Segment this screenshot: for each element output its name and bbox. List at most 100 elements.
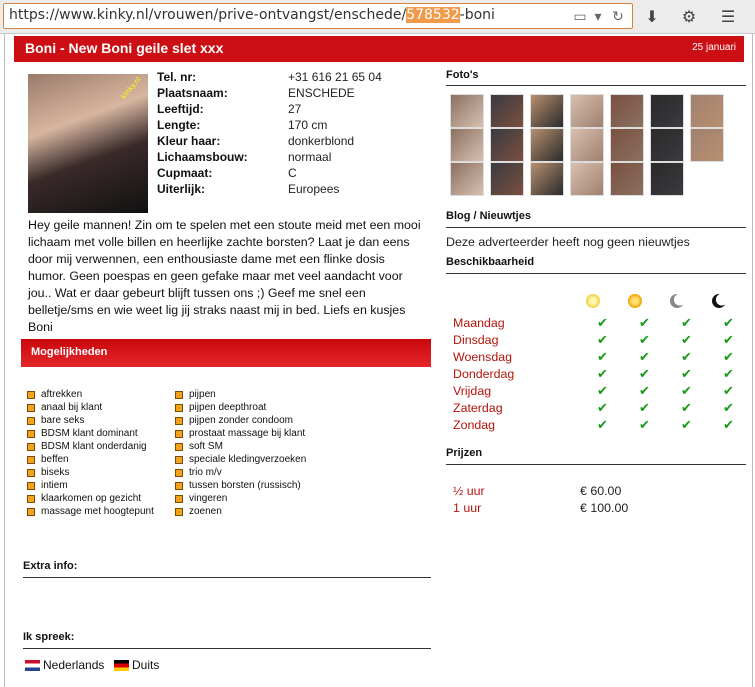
photo-thumbnail[interactable] xyxy=(530,162,564,196)
browser-toolbar: https://www.kinky.nl/vrouwen/prive-ontva… xyxy=(0,0,755,34)
bullet-icon xyxy=(175,404,183,412)
mogelijkheden-header: Mogelijkheden xyxy=(21,339,431,367)
mogelijkheid-item: trio m/v xyxy=(175,466,306,479)
photo-thumbnail[interactable] xyxy=(490,128,524,162)
check-icon: ✔ xyxy=(639,316,650,331)
reader-view-icon[interactable]: ▭ xyxy=(571,9,589,25)
mogelijkheid-item: pijpen zonder condoom xyxy=(175,414,306,427)
day-label: Woensdag xyxy=(453,350,513,364)
check-icon: ✔ xyxy=(681,384,692,399)
bullet-icon xyxy=(27,391,35,399)
extensions-icon[interactable]: ⚙ xyxy=(678,6,700,28)
bullet-icon xyxy=(175,495,183,503)
photo-thumbnail[interactable] xyxy=(690,128,724,162)
bullet-icon xyxy=(27,430,35,438)
profile-photo[interactable]: kinky.nl xyxy=(28,74,148,213)
mogelijkheid-item: pijpen deepthroat xyxy=(175,401,306,414)
divider xyxy=(23,577,431,578)
netherlands-flag-icon xyxy=(25,660,40,671)
bullet-icon xyxy=(27,482,35,490)
photo-thumbnail[interactable] xyxy=(650,128,684,162)
photo-thumbnail[interactable] xyxy=(650,162,684,196)
languages-heading: Ik spreek: xyxy=(23,631,75,643)
mogelijkheid-item: beffen xyxy=(27,453,154,466)
photo-thumbnail[interactable] xyxy=(570,128,604,162)
bullet-icon xyxy=(27,469,35,477)
check-icon: ✔ xyxy=(639,367,650,382)
reload-icon[interactable]: ↻ xyxy=(609,9,627,25)
check-icon: ✔ xyxy=(639,333,650,348)
photo-thumbnail[interactable] xyxy=(610,128,644,162)
photo-thumbnail[interactable] xyxy=(450,162,484,196)
bullet-icon xyxy=(27,508,35,516)
morning-icon xyxy=(586,294,600,308)
divider xyxy=(23,648,431,649)
photo-thumbnail[interactable] xyxy=(450,128,484,162)
check-icon: ✔ xyxy=(639,401,650,416)
mogelijkheid-item: zoenen xyxy=(175,505,306,518)
mogelijkheid-item: massage met hoogtepunt xyxy=(27,505,154,518)
url-text[interactable]: https://www.kinky.nl/vrouwen/prive-ontva… xyxy=(9,7,495,23)
bullet-icon xyxy=(175,430,183,438)
check-icon: ✔ xyxy=(723,418,734,433)
bullet-icon xyxy=(175,508,183,516)
bullet-icon xyxy=(175,417,183,425)
day-label: Donderdag xyxy=(453,367,515,381)
divider xyxy=(446,273,746,274)
mogelijkheid-item: biseks xyxy=(27,466,154,479)
check-icon: ✔ xyxy=(639,384,650,399)
check-icon: ✔ xyxy=(723,367,734,382)
mogelijkheid-item: klaarkomen op gezicht xyxy=(27,492,154,505)
bullet-icon xyxy=(175,391,183,399)
download-icon[interactable]: ⬇ xyxy=(641,6,663,28)
url-selection[interactable]: 578532 xyxy=(406,7,460,23)
bullet-icon xyxy=(175,443,183,451)
photo-thumbnail[interactable] xyxy=(610,94,644,128)
post-date: 25 januari xyxy=(692,42,736,53)
divider xyxy=(446,464,746,465)
mogelijkheid-item: speciale kledingverzoeken xyxy=(175,453,306,466)
photo-thumbnail[interactable] xyxy=(610,162,644,196)
check-icon: ✔ xyxy=(597,333,608,348)
check-icon: ✔ xyxy=(723,350,734,365)
mogelijkheden-col-1: aftrekken anaal bij klant bare seks BDSM kl… xyxy=(27,388,154,518)
dropdown-arrow-icon[interactable]: ▾ xyxy=(589,9,607,25)
extra-info-heading: Extra info: xyxy=(23,560,78,572)
check-icon: ✔ xyxy=(597,401,608,416)
check-icon: ✔ xyxy=(681,350,692,365)
mogelijkheid-item: anaal bij klant xyxy=(27,401,154,414)
page-title: Boni - New Boni geile slet xxx xyxy=(25,40,224,56)
check-icon: ✔ xyxy=(597,350,608,365)
mogelijkheid-item: soft SM xyxy=(175,440,306,453)
photo-thumbnail[interactable] xyxy=(650,94,684,128)
check-icon: ✔ xyxy=(681,316,692,331)
url-bar[interactable]: https://www.kinky.nl/vrouwen/prive-ontva… xyxy=(3,3,633,29)
prijzen-heading: Prijzen xyxy=(446,447,483,459)
day-label: Zaterdag xyxy=(453,401,503,415)
mogelijkheid-item: vingeren xyxy=(175,492,306,505)
photo-thumbnail[interactable] xyxy=(570,94,604,128)
menu-icon[interactable]: ☰ xyxy=(717,6,739,28)
germany-flag-icon xyxy=(114,660,129,671)
afternoon-icon xyxy=(628,294,642,308)
mogelijkheid-item: tussen borsten (russisch) xyxy=(175,479,306,492)
photo-thumbnail[interactable] xyxy=(530,128,564,162)
photo-thumbnail[interactable] xyxy=(530,94,564,128)
day-label: Maandag xyxy=(453,316,505,330)
photo-thumbnail[interactable] xyxy=(690,94,724,128)
check-icon: ✔ xyxy=(597,367,608,382)
price-value: € 60.00 xyxy=(580,484,622,498)
photo-thumbnail[interactable] xyxy=(490,94,524,128)
bullet-icon xyxy=(27,404,35,412)
check-icon: ✔ xyxy=(597,418,608,433)
bullet-icon xyxy=(27,456,35,464)
mogelijkheid-item: pijpen xyxy=(175,388,306,401)
mogelijkheid-item: BDSM klant dominant xyxy=(27,427,154,440)
watermark: kinky.nl xyxy=(119,75,143,101)
photo-thumbnail[interactable] xyxy=(490,162,524,196)
mogelijkheid-item: bare seks xyxy=(27,414,154,427)
check-icon: ✔ xyxy=(681,418,692,433)
photo-thumbnail[interactable] xyxy=(450,94,484,128)
photo-thumbnail[interactable] xyxy=(570,162,604,196)
evening-icon xyxy=(670,294,684,308)
